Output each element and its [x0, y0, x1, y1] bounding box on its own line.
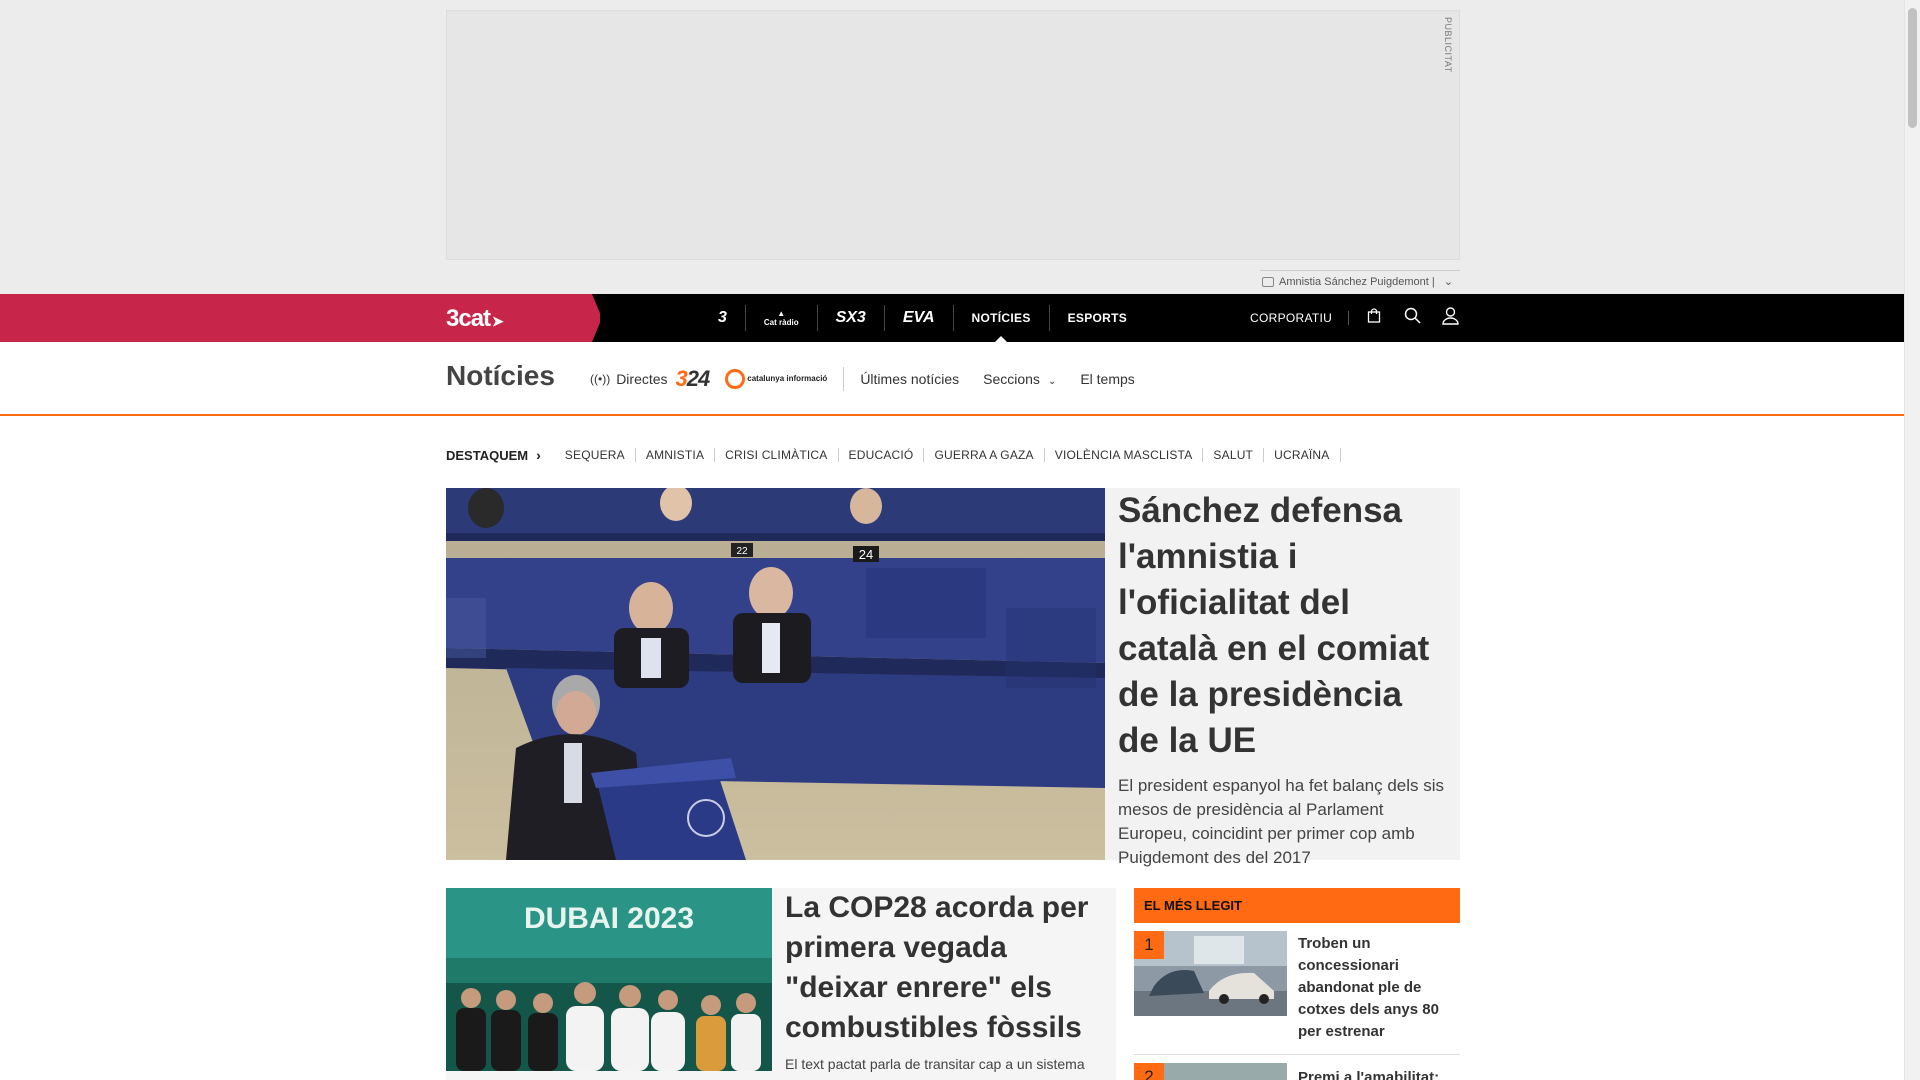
seat-number-plate: 22: [736, 546, 748, 557]
most-read-title[interactable]: Troben un concessionari abandonat ple de…: [1298, 933, 1448, 1043]
dubai-2023-sign: DUBAI 2023: [524, 902, 694, 935]
ci-logo-text: catalunya informació: [747, 374, 828, 383]
seccions-dropdown[interactable]: Seccions ⌄: [983, 371, 1056, 387]
catradio-logo-link[interactable]: ▲ Cat ràdio: [744, 305, 817, 331]
destaquem-row: DESTAQUEM › SEQUERA AMNISTIA CRISI CLIMÀT…: [446, 445, 1341, 465]
chevron-down-icon: ⌄: [1047, 376, 1057, 387]
chevron-down-icon[interactable]: ⌄: [1444, 275, 1453, 288]
chevron-right-icon: ›: [536, 447, 541, 463]
sx3-logo-link[interactable]: SX3: [816, 305, 884, 331]
second-article-image[interactable]: DUBAI 2023: [446, 888, 772, 1071]
lead-article-text: Sánchez defensa l'amnistia i l'oficialit…: [1118, 488, 1448, 870]
catradio-label: Cat ràdio: [763, 318, 799, 327]
scrollbar-thumb[interactable]: [1908, 8, 1917, 128]
lead-article-image[interactable]: 22 24: [446, 488, 1105, 860]
search-icon[interactable]: [1393, 307, 1431, 329]
page-scrollbar[interactable]: [1904, 0, 1920, 1080]
ad-band: PUBLICITAT Amnistia Sánchez Puigdemont |…: [0, 0, 1904, 294]
most-read-title[interactable]: Premi a l'amabilitat:: [1298, 1069, 1439, 1080]
tag-icon: [1262, 276, 1274, 287]
directes-link[interactable]: ((•)) Directes: [590, 371, 668, 387]
trending-tags-text: Amnistia Sánchez Puigdemont |: [1279, 275, 1435, 288]
topic-ucraina[interactable]: UCRAÏNA: [1264, 448, 1341, 462]
second-article-title[interactable]: La COP28 acorda per primera vegada "deix…: [785, 888, 1110, 1048]
tv3-icon: 3: [718, 309, 727, 326]
ci-circle-icon: [725, 369, 746, 389]
3-24-logo[interactable]: 324: [676, 366, 711, 392]
3cat-logo[interactable]: 3cat ➤: [446, 305, 504, 333]
second-article-subtitle: El text pactat parla de transitar cap a …: [785, 1056, 1085, 1072]
seccions-label: Seccions: [983, 371, 1040, 387]
topic-guerra-gaza[interactable]: GUERRA A GAZA: [924, 448, 1045, 462]
directes-label: Directes: [616, 371, 668, 387]
sx3-icon: SX3: [835, 309, 866, 326]
catalunya-informacio-logo[interactable]: catalunya informació: [725, 369, 827, 389]
eva-logo-link[interactable]: EVA: [883, 305, 953, 331]
topic-amnistia[interactable]: AMNISTIA: [636, 448, 716, 462]
most-read-item[interactable]: 1 Troben un concessionari abandonat ple …: [1134, 923, 1460, 1055]
user-icon[interactable]: [1431, 306, 1469, 330]
tv3-logo-link[interactable]: 3: [700, 305, 745, 331]
nav-esports[interactable]: ESPORTS: [1048, 305, 1145, 331]
lead-article[interactable]: 22 24 Sánchez defensa l'amnistia i l'ofi…: [446, 488, 1460, 867]
most-read-header: EL MÉS LLEGIT: [1134, 888, 1460, 923]
lead-article-title[interactable]: Sánchez defensa l'amnistia i l'oficialit…: [1118, 488, 1448, 764]
most-read-thumbnail[interactable]: [1164, 1063, 1287, 1080]
most-read-item[interactable]: 2 Premi a l'amabilitat:: [1134, 1055, 1460, 1080]
el-temps-link[interactable]: El temps: [1080, 371, 1134, 387]
ad-label: PUBLICITAT: [1443, 17, 1453, 73]
corporatiu-link[interactable]: CORPORATIU: [1250, 311, 1350, 325]
section-title[interactable]: Notícies: [446, 360, 555, 392]
section-header: Notícies ((•)) Directes 324 catalunya in…: [0, 342, 1904, 416]
section-nav: ((•)) Directes 324 catalunya informació …: [590, 342, 1159, 416]
eva-icon: EVA: [902, 309, 935, 326]
topic-violencia-masclista[interactable]: VIOLÈNCIA MASCLISTA: [1045, 448, 1204, 462]
ultimes-noticies-link[interactable]: Últimes notícies: [860, 371, 959, 387]
arrow-icon: ➤: [492, 313, 504, 329]
destaquem-label: DESTAQUEM: [446, 447, 529, 463]
catradio-icon: ▲: [777, 309, 786, 318]
nav-noticies[interactable]: NOTÍCIES: [952, 305, 1049, 342]
most-read-panel: EL MÉS LLEGIT 1 Troben un concessionari …: [1134, 888, 1460, 1080]
shopping-bag-icon[interactable]: [1355, 308, 1393, 328]
topic-crisi-climatica[interactable]: CRISI CLIMÀTICA: [715, 448, 839, 462]
rank-badge: 2: [1134, 1063, 1164, 1080]
top-right-tools: CORPORATIU: [1250, 294, 1469, 342]
destaquem-heading[interactable]: DESTAQUEM ›: [446, 447, 541, 463]
top-navigation-bar: 3cat ➤ 3 ▲ Cat ràdio SX3 EVA NOTÍCIES ESPO…: [0, 294, 1904, 342]
channel-list: 3 ▲ Cat ràdio SX3 EVA NOTÍCIES ESPORTS: [700, 294, 1145, 342]
seat-number-plate: 24: [859, 547, 873, 562]
topic-sequera[interactable]: SEQUERA: [555, 448, 636, 462]
rank-badge: 1: [1134, 931, 1164, 959]
topic-educacio[interactable]: EDUCACIÓ: [839, 448, 925, 462]
trending-tags[interactable]: Amnistia Sánchez Puigdemont | ⌄: [1260, 270, 1460, 292]
topic-salut[interactable]: SALUT: [1203, 448, 1265, 462]
second-article[interactable]: DUBAI 2023 La COP28 acorda per primera v…: [446, 888, 1116, 1080]
lead-article-subtitle: El president espanyol ha fet balanç dels…: [1118, 776, 1445, 867]
live-broadcast-icon: ((•)): [590, 372, 611, 386]
brand-block: [0, 294, 600, 342]
brand-name: 3cat: [446, 305, 491, 332]
advertisement-slot[interactable]: PUBLICITAT: [446, 10, 1460, 260]
divider: [843, 367, 845, 391]
